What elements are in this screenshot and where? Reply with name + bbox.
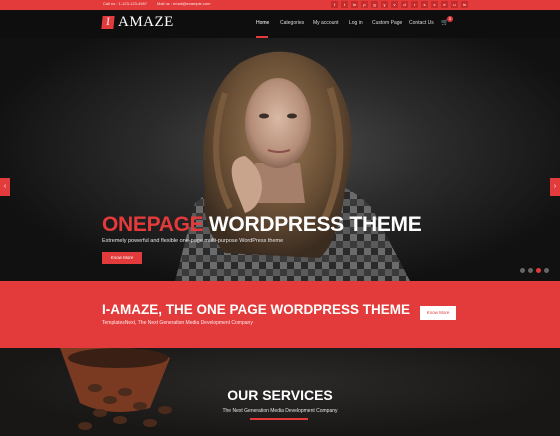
- nav-contact-us[interactable]: Contact Us: [409, 20, 434, 26]
- services-title: OUR SERVICES: [227, 387, 333, 403]
- cart-count-badge: 0: [447, 16, 453, 22]
- callout-title: I-AMAZE, THE ONE PAGE WORDPRESS THEME: [102, 302, 411, 317]
- nav-categories[interactable]: Categories: [280, 20, 304, 26]
- callout-subtitle: TemplatesNext, The Next Generation Media…: [102, 320, 253, 326]
- user-icon[interactable]: u: [451, 1, 458, 8]
- slider-dot-active[interactable]: [536, 268, 541, 273]
- services-subtitle: The Next Generation Media Development Co…: [222, 408, 338, 414]
- email-icon[interactable]: e: [441, 1, 448, 8]
- slider-dot[interactable]: [520, 268, 525, 273]
- vimeo-icon[interactable]: v: [391, 1, 398, 8]
- hero-title-rest: WORDPRESS THEME: [203, 213, 422, 236]
- instagram-icon[interactable]: in: [461, 1, 468, 8]
- hero-know-more-button[interactable]: Know More: [102, 252, 142, 264]
- google-icon[interactable]: g: [371, 1, 378, 8]
- slider-next-arrow[interactable]: ›: [550, 178, 560, 196]
- logo-mark: I: [101, 16, 115, 29]
- xing-icon[interactable]: x: [431, 1, 438, 8]
- twitter-icon[interactable]: t: [341, 1, 348, 8]
- linkedin-icon[interactable]: in: [351, 1, 358, 8]
- facebook-icon[interactable]: f: [331, 1, 338, 8]
- hero-subtitle: Extremely powerful and flexible one-page…: [102, 238, 284, 244]
- youtube-icon[interactable]: y: [381, 1, 388, 8]
- rss-icon[interactable]: r: [411, 1, 418, 8]
- slider-dot[interactable]: [528, 268, 533, 273]
- nav-custom-page[interactable]: Custom Page: [372, 20, 402, 26]
- services-divider: [250, 418, 308, 420]
- top-bar: Call us : 1-123-123-4567 Mail us : email…: [0, 0, 560, 10]
- social-icons: f t in p g y v d r s x e u in: [331, 1, 468, 8]
- dribbble-icon[interactable]: d: [401, 1, 408, 8]
- hero-slider: ‹ ›: [0, 38, 560, 281]
- callout-know-more-button[interactable]: Know More: [420, 306, 456, 320]
- slider-dot[interactable]: [544, 268, 549, 273]
- email-contact: Mail us : email@example.com: [157, 1, 211, 6]
- slider-prev-arrow[interactable]: ‹: [0, 178, 10, 196]
- hero-title-accent: ONEPAGE: [102, 213, 204, 236]
- slider-dots: [520, 268, 549, 273]
- hero-portrait-image: [175, 51, 410, 281]
- nav-log-in[interactable]: Log in: [349, 20, 363, 26]
- skype-icon[interactable]: s: [421, 1, 428, 8]
- logo-text: AMAZE: [118, 14, 174, 30]
- nav-home[interactable]: Home: [256, 20, 269, 26]
- nav-my-account[interactable]: My account: [313, 20, 339, 26]
- pinterest-icon[interactable]: p: [361, 1, 368, 8]
- site-logo[interactable]: I AMAZE: [101, 14, 174, 31]
- hero-title: ONEPAGE WORDPRESS THEME: [102, 213, 422, 237]
- phone-contact: Call us : 1-123-123-4567: [103, 1, 148, 6]
